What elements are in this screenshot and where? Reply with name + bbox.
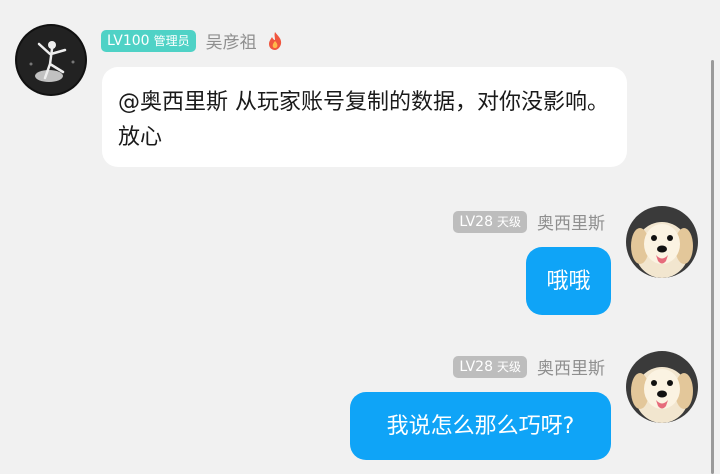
scrollbar[interactable] <box>711 60 714 474</box>
level-badge: LV28 天级 <box>453 210 527 233</box>
role-label: 管理员 <box>153 34 190 48</box>
level-label: LV28 <box>459 213 493 230</box>
role-label: 天级 <box>496 360 521 374</box>
message-bubble[interactable]: 哦哦 <box>526 247 611 315</box>
message-text: 我说怎么那么巧呀? <box>386 413 575 439</box>
level-label: LV100 <box>107 32 150 49</box>
level-badge: LV28 天级 <box>453 355 527 378</box>
fire-icon <box>265 31 285 51</box>
username[interactable]: 吴彦祖 <box>206 28 257 53</box>
level-badge: LV100 管理员 <box>101 29 196 52</box>
message-meta: LV28 天级 奥西里斯 <box>453 354 605 379</box>
level-label: LV28 <box>459 358 493 375</box>
message-bubble[interactable]: @奥西里斯 从玩家账号复制的数据，对你没影响。放心 <box>102 67 627 167</box>
golden-retriever-avatar-icon[interactable] <box>626 206 698 278</box>
golden-retriever-avatar-icon[interactable] <box>626 351 698 423</box>
username[interactable]: 奥西里斯 <box>537 354 605 379</box>
message-text: 哦哦 <box>546 268 591 294</box>
username[interactable]: 奥西里斯 <box>537 209 605 234</box>
dancer-avatar-icon[interactable] <box>15 24 87 96</box>
message-text: @奥西里斯 从玩家账号复制的数据，对你没影响。放心 <box>118 90 609 150</box>
role-label: 天级 <box>496 215 521 229</box>
message-bubble[interactable]: 我说怎么那么巧呀? <box>350 392 611 460</box>
message-meta: LV28 天级 奥西里斯 <box>453 209 605 234</box>
message-meta: LV100 管理员 吴彦祖 <box>101 28 285 53</box>
